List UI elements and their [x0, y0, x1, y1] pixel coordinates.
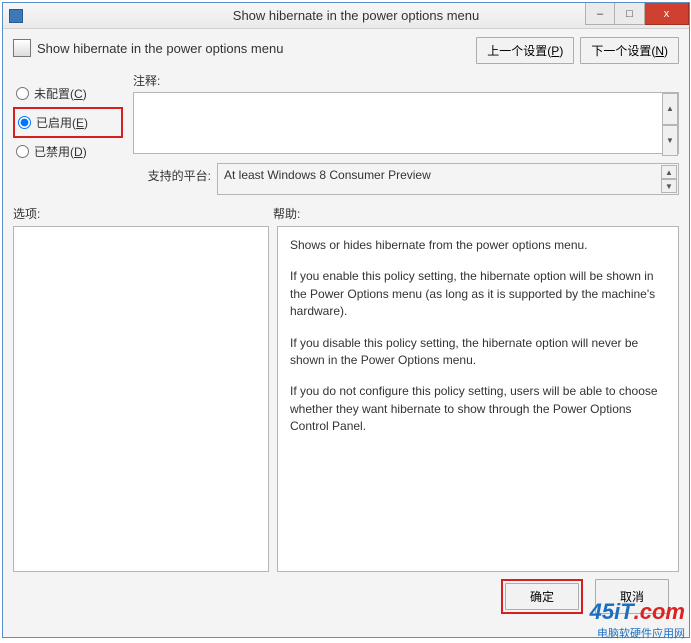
radio-disabled[interactable]: 已禁用(D) [13, 138, 123, 165]
previous-setting-button[interactable]: 上一个设置(P) [476, 37, 574, 64]
comment-scroll-up[interactable]: ▲ [662, 93, 678, 125]
platform-scroll: ▲ ▼ [661, 165, 677, 193]
title-bar[interactable]: Show hibernate in the power options menu… [3, 3, 689, 29]
radio-not-configured[interactable]: 未配置(C) [13, 80, 123, 107]
platform-label: 支持的平台: [133, 163, 211, 184]
setting-icon [13, 39, 31, 57]
setting-name: Show hibernate in the power options menu [37, 41, 283, 56]
dialog-window: Show hibernate in the power options menu… [2, 2, 690, 638]
radio-disabled-input[interactable] [16, 145, 29, 158]
minimize-button[interactable]: – [585, 3, 615, 25]
platform-box: At least Windows 8 Consumer Preview ▲ ▼ [217, 163, 679, 195]
platform-text: At least Windows 8 Consumer Preview [224, 168, 431, 182]
radio-enabled[interactable]: 已启用(E) [13, 107, 123, 138]
options-panel [13, 226, 269, 572]
options-label: 选项: [13, 205, 273, 222]
dialog-footer: 确定 取消 [13, 572, 679, 622]
window-controls: – □ x [585, 3, 689, 25]
comment-scroll-down[interactable]: ▼ [662, 125, 678, 157]
close-button[interactable]: x [645, 3, 689, 25]
radio-not-configured-input[interactable] [16, 87, 29, 100]
ok-highlight: 确定 [501, 579, 583, 614]
help-p1: Shows or hides hibernate from the power … [290, 237, 666, 254]
platform-scroll-up[interactable]: ▲ [661, 165, 677, 179]
help-p2: If you enable this policy setting, the h… [290, 268, 666, 320]
comment-textarea[interactable] [133, 92, 679, 154]
next-setting-button[interactable]: 下一个设置(N) [580, 37, 679, 64]
maximize-button[interactable]: □ [615, 3, 645, 25]
window-icon [9, 9, 23, 23]
ok-button[interactable]: 确定 [505, 583, 579, 610]
comment-scroll: ▲ ▼ [662, 93, 678, 156]
help-p3: If you disable this policy setting, the … [290, 335, 666, 370]
help-label: 帮助: [273, 205, 300, 222]
radio-enabled-input[interactable] [18, 116, 31, 129]
content-area: Show hibernate in the power options menu… [3, 29, 689, 637]
state-radio-group: 未配置(C) 已启用(E) 已禁用(D) [13, 72, 123, 195]
platform-scroll-down[interactable]: ▼ [661, 179, 677, 193]
help-p4: If you do not configure this policy sett… [290, 383, 666, 435]
cancel-button[interactable]: 取消 [595, 579, 669, 614]
help-panel: Shows or hides hibernate from the power … [277, 226, 679, 572]
comment-label: 注释: [133, 72, 679, 89]
